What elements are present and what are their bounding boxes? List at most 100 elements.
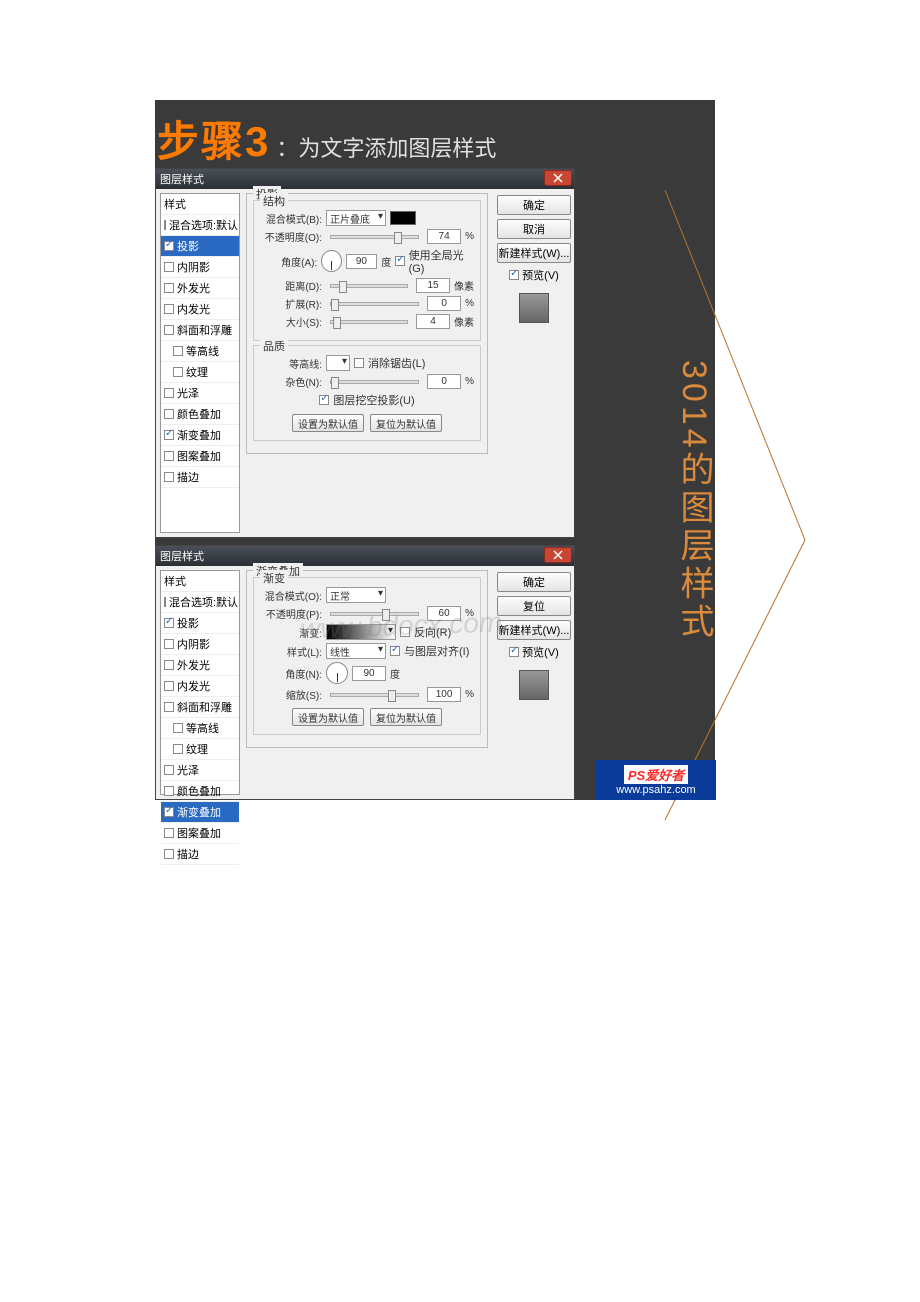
style-list-item[interactable]: 内发光 xyxy=(161,299,239,320)
style-checkbox[interactable] xyxy=(164,304,174,314)
scale-slider[interactable] xyxy=(330,693,419,697)
new-style-button[interactable]: 新建样式(W)... xyxy=(497,243,571,263)
preview-checkbox[interactable] xyxy=(509,270,519,280)
style-list[interactable]: 样式混合选项:默认投影内阴影外发光内发光斜面和浮雕等高线纹理光泽颜色叠加渐变叠加… xyxy=(160,193,240,533)
opacity-input[interactable]: 74 xyxy=(427,229,461,244)
style-checkbox[interactable] xyxy=(164,241,174,251)
close-button[interactable] xyxy=(544,170,572,186)
reset-default-button[interactable]: 复位为默认值 xyxy=(370,414,442,432)
contour-picker[interactable] xyxy=(326,355,350,371)
distance-input[interactable]: 15 xyxy=(416,278,450,293)
style-checkbox[interactable] xyxy=(164,786,174,796)
color-swatch[interactable] xyxy=(390,211,416,225)
titlebar[interactable]: 图层样式 xyxy=(156,169,574,189)
style-list-item[interactable]: 混合选项:默认 xyxy=(161,592,239,613)
style-list-item[interactable]: 斜面和浮雕 xyxy=(161,697,239,718)
cancel-button[interactable]: 取消 xyxy=(497,219,571,239)
style-checkbox[interactable] xyxy=(164,388,174,398)
preview-checkbox[interactable] xyxy=(509,647,519,657)
style-checkbox[interactable] xyxy=(164,660,174,670)
style-list-item[interactable]: 描边 xyxy=(161,467,239,488)
style-list-item[interactable]: 光泽 xyxy=(161,383,239,404)
blend-mode-select[interactable]: 正常 xyxy=(326,587,386,603)
style-list-item[interactable]: 颜色叠加 xyxy=(161,404,239,425)
knockout-checkbox[interactable] xyxy=(319,395,329,405)
style-list-item[interactable]: 图案叠加 xyxy=(161,446,239,467)
reset-default-button[interactable]: 复位为默认值 xyxy=(370,708,442,726)
reset-button[interactable]: 复位 xyxy=(497,596,571,616)
style-list-item[interactable]: 投影 xyxy=(161,613,239,634)
style-list-item[interactable]: 内发光 xyxy=(161,676,239,697)
opacity-slider[interactable] xyxy=(330,235,419,239)
style-list-item[interactable]: 样式 xyxy=(161,571,239,592)
style-list[interactable]: 样式混合选项:默认投影内阴影外发光内发光斜面和浮雕等高线纹理光泽颜色叠加渐变叠加… xyxy=(160,570,240,795)
style-list-item[interactable]: 渐变叠加 xyxy=(161,425,239,446)
angle-input[interactable]: 90 xyxy=(346,254,378,269)
make-default-button[interactable]: 设置为默认值 xyxy=(292,414,364,432)
style-checkbox[interactable] xyxy=(164,639,174,649)
global-light-checkbox[interactable] xyxy=(395,256,404,266)
style-checkbox[interactable] xyxy=(164,283,174,293)
style-list-item[interactable]: 混合选项:默认 xyxy=(161,215,239,236)
style-checkbox[interactable] xyxy=(164,618,174,628)
style-list-item[interactable]: 外发光 xyxy=(161,278,239,299)
style-checkbox[interactable] xyxy=(164,597,166,607)
style-list-item[interactable]: 纹理 xyxy=(161,362,239,383)
style-checkbox[interactable] xyxy=(164,702,174,712)
angle-input[interactable]: 90 xyxy=(352,666,386,681)
style-list-item[interactable]: 等高线 xyxy=(161,718,239,739)
style-checkbox[interactable] xyxy=(173,346,183,356)
style-checkbox[interactable] xyxy=(164,681,174,691)
style-checkbox[interactable] xyxy=(164,262,174,272)
titlebar[interactable]: 图层样式 xyxy=(156,546,574,566)
style-checkbox[interactable] xyxy=(173,744,183,754)
size-slider[interactable] xyxy=(330,320,408,324)
spread-input[interactable]: 0 xyxy=(427,296,461,311)
tutorial-panel: 步骤3 ：为文字添加图层样式 图层样式 样式混合选项:默认投影内阴影外发光内发光… xyxy=(155,100,715,800)
style-list-item[interactable]: 投影 xyxy=(161,236,239,257)
style-list-item[interactable]: 样式 xyxy=(161,194,239,215)
style-checkbox[interactable] xyxy=(164,765,174,775)
style-select[interactable]: 线性 xyxy=(326,643,386,659)
style-checkbox[interactable] xyxy=(164,409,174,419)
blend-mode-select[interactable]: 正片叠底 xyxy=(326,210,386,226)
style-list-item[interactable]: 斜面和浮雕 xyxy=(161,320,239,341)
align-checkbox[interactable] xyxy=(390,646,400,656)
style-list-item[interactable]: 纹理 xyxy=(161,739,239,760)
style-checkbox[interactable] xyxy=(164,451,174,461)
style-checkbox[interactable] xyxy=(164,828,174,838)
style-checkbox[interactable] xyxy=(164,849,174,859)
style-checkbox[interactable] xyxy=(164,472,174,482)
style-list-item[interactable]: 颜色叠加 xyxy=(161,781,239,802)
make-default-button[interactable]: 设置为默认值 xyxy=(292,708,364,726)
scale-input[interactable]: 100 xyxy=(427,687,461,702)
style-list-item[interactable]: 渐变叠加 xyxy=(161,802,239,823)
style-list-item[interactable]: 内阴影 xyxy=(161,257,239,278)
size-input[interactable]: 4 xyxy=(416,314,450,329)
style-checkbox[interactable] xyxy=(164,325,174,335)
style-list-item[interactable]: 外发光 xyxy=(161,655,239,676)
style-list-item[interactable]: 内阴影 xyxy=(161,634,239,655)
style-list-item[interactable]: 等高线 xyxy=(161,341,239,362)
style-list-item[interactable]: 描边 xyxy=(161,844,239,865)
preview-swatch xyxy=(519,293,549,323)
style-list-item[interactable]: 光泽 xyxy=(161,760,239,781)
ok-button[interactable]: 确定 xyxy=(497,572,571,592)
style-checkbox[interactable] xyxy=(164,430,174,440)
style-checkbox[interactable] xyxy=(164,220,166,230)
style-checkbox[interactable] xyxy=(173,723,183,733)
style-checkbox[interactable] xyxy=(173,367,183,377)
noise-slider[interactable] xyxy=(330,380,419,384)
distance-slider[interactable] xyxy=(330,284,408,288)
style-list-item[interactable]: 图案叠加 xyxy=(161,823,239,844)
style-checkbox[interactable] xyxy=(164,807,174,817)
spread-slider[interactable] xyxy=(330,302,419,306)
angle-dial[interactable] xyxy=(321,250,341,272)
angle-dial[interactable] xyxy=(326,662,348,684)
antialias-checkbox[interactable] xyxy=(354,358,364,368)
new-style-button[interactable]: 新建样式(W)... xyxy=(497,620,571,640)
close-icon xyxy=(553,550,563,560)
close-button[interactable] xyxy=(544,547,572,563)
noise-input[interactable]: 0 xyxy=(427,374,461,389)
ok-button[interactable]: 确定 xyxy=(497,195,571,215)
